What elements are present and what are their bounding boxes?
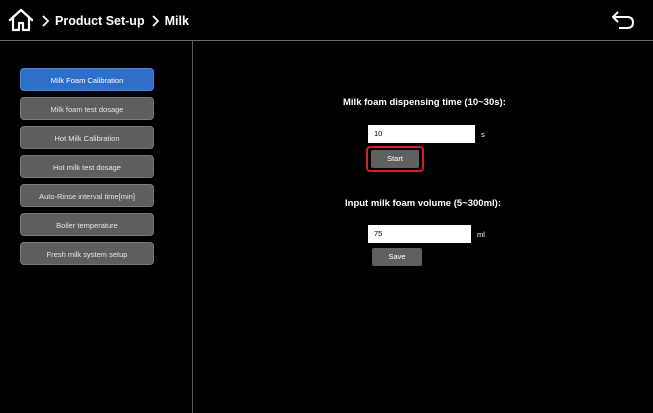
- header-divider: [0, 40, 653, 41]
- dispensing-time-input[interactable]: 10: [368, 125, 475, 143]
- breadcrumb: Product Set-up Milk: [40, 12, 194, 30]
- dispensing-time-label: Milk foam dispensing time (10~30s):: [343, 97, 506, 108]
- sidebar-item-milk-foam-test-dosage[interactable]: Milk foam test dosage: [20, 97, 154, 120]
- dispensing-time-unit: s: [481, 130, 485, 139]
- sidebar-item-hot-milk-test-dosage[interactable]: Hot milk test dosage: [20, 155, 154, 178]
- panel-divider: [192, 41, 193, 413]
- breadcrumb-item-milk: Milk: [164, 14, 189, 28]
- top-bar: Product Set-up Milk: [0, 0, 653, 40]
- foam-volume-label: Input milk foam volume (5~300ml):: [345, 198, 501, 209]
- sidebar-item-fresh-milk-system-setup[interactable]: Fresh milk system setup: [20, 242, 154, 265]
- back-arrow-icon[interactable]: [611, 10, 635, 30]
- chevron-right-icon: [151, 15, 159, 27]
- breadcrumb-item-product-setup[interactable]: Product Set-up: [55, 14, 145, 28]
- save-button[interactable]: Save: [372, 248, 422, 266]
- sidebar-item-milk-foam-calibration[interactable]: Milk Foam Calibration: [20, 68, 154, 91]
- sidebar-item-boiler-temperature[interactable]: Boiler temperature: [20, 213, 154, 236]
- foam-volume-input[interactable]: 75: [368, 225, 471, 243]
- start-button[interactable]: Start: [371, 150, 419, 168]
- foam-volume-unit: ml: [477, 230, 485, 239]
- sidebar-item-auto-rinse-interval[interactable]: Auto-Rinse interval time[min]: [20, 184, 154, 207]
- sidebar-menu: Milk Foam Calibration Milk foam test dos…: [20, 68, 154, 271]
- home-icon[interactable]: [8, 8, 34, 32]
- sidebar-item-hot-milk-calibration[interactable]: Hot Milk Calibration: [20, 126, 154, 149]
- chevron-right-icon: [42, 15, 50, 27]
